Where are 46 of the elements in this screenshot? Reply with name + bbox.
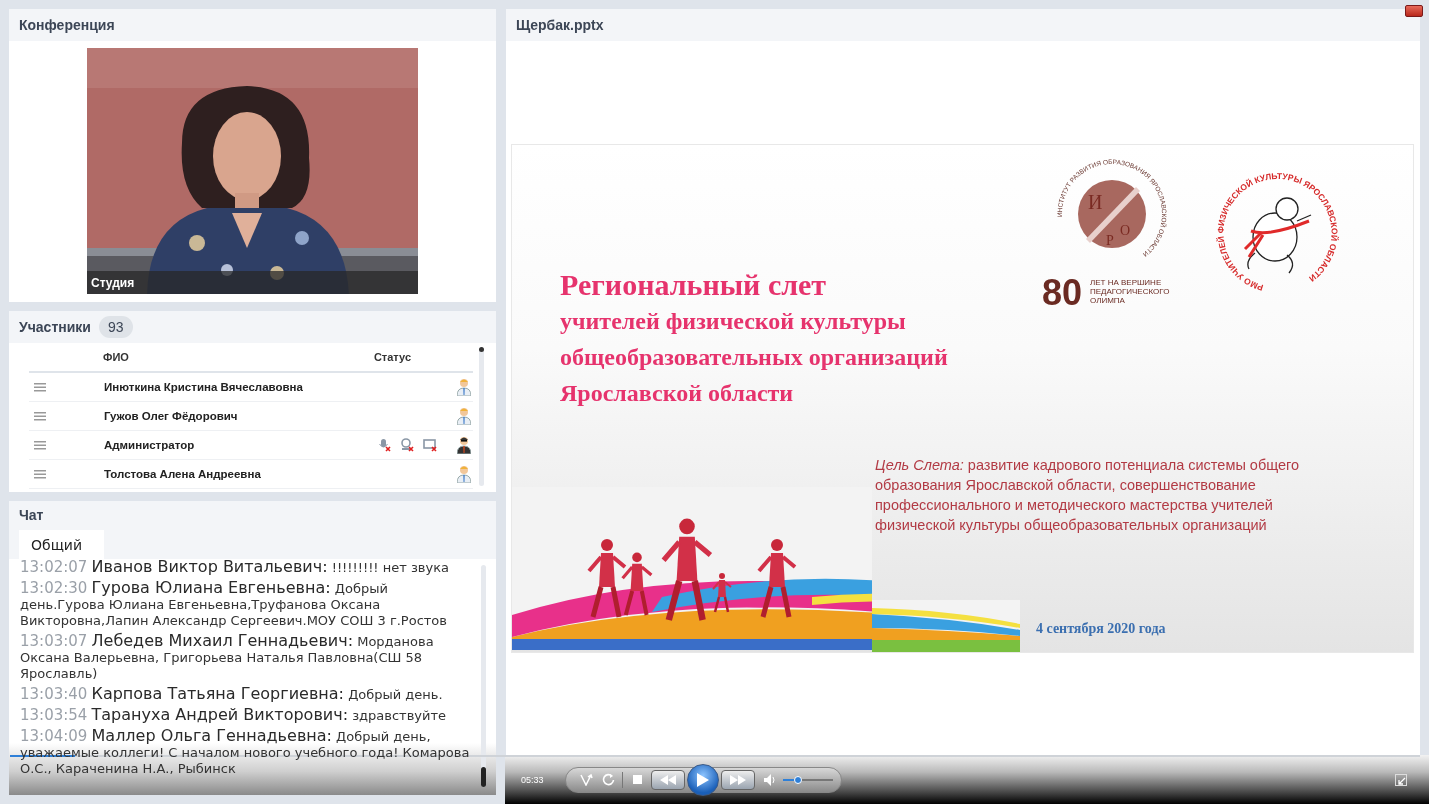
playback-time: 05:33	[521, 774, 545, 785]
exit-fullscreen-button[interactable]	[1395, 773, 1407, 786]
panel-title: Щербак.pptx	[516, 17, 604, 33]
slide-title: учителей физической культуры	[560, 306, 906, 336]
participant-name: Администратор	[104, 439, 196, 451]
fast-forward-icon	[730, 774, 746, 785]
rewind-button[interactable]	[651, 769, 685, 790]
video-label: Студия	[87, 271, 418, 294]
scrollbar[interactable]	[481, 565, 486, 787]
chat-message: 13:03:40 Карпова Татьяна Георгиевна: Добрый день.	[20, 686, 444, 703]
repeat-button[interactable]	[600, 771, 616, 788]
slide-title: Региональный слет	[560, 266, 827, 303]
slide-title: Ярославской области	[560, 378, 794, 408]
chat-message: 13:02:07 Иванов Виктор Витальевич: !!!!!!!!! нет звука	[20, 559, 450, 576]
play-icon	[697, 772, 709, 787]
count-badge: 93	[98, 316, 133, 338]
slide-title: общеобразовательных организаций	[560, 342, 948, 372]
drag-handle-icon	[34, 382, 46, 392]
participant-name: Толстова Алена Андреевна	[104, 468, 262, 480]
drag-handle-icon	[34, 411, 46, 421]
column-header: ФИО	[103, 351, 130, 363]
drag-handle-icon	[34, 440, 46, 450]
exit-fullscreen-icon	[1396, 776, 1406, 787]
rewind-icon	[660, 774, 676, 785]
fast-forward-button[interactable]	[721, 769, 755, 790]
speaker-icon	[763, 773, 775, 786]
chat-message: 13:03:54 Тарануха Андрей Викторович: здравствуйте	[20, 707, 448, 724]
drag-handle-icon	[34, 469, 46, 479]
play-button[interactable]	[687, 763, 719, 796]
participant-name: Инюткина Кристина Вячеславовна	[104, 381, 304, 393]
volume-slider[interactable]	[783, 774, 833, 785]
slide-goal-text: Цель Слета: развитие кадрового потенциала системы общего образования Ярославской области, совершенствование профессионального и методического мастерства учителей физической культуры общеобразовательных организаций	[875, 455, 1301, 535]
chat-message: 13:02:30 Гурова Юлиана Евгеньевна: Добрый день.Гурова Юлиана Евгеньевна,Труфанова Оксана Викторовна,Лапин Александр Сергеевич.МОУ СОШ 3 г.Ростов	[20, 580, 448, 629]
panel-title: Конференция	[19, 17, 115, 33]
scrollbar[interactable]	[479, 347, 484, 486]
stop-icon	[632, 775, 642, 784]
close-button[interactable]	[1405, 5, 1423, 17]
repeat-icon	[601, 773, 615, 786]
panel-title: Чат	[19, 507, 44, 523]
chat-tab[interactable]: Общий	[19, 530, 105, 559]
column-header: Статус	[373, 351, 411, 363]
chat-message: 13:03:07 Лебедев Михаил Геннадьевич: Морданова Оксана Валерьевна, Григорьева Наталья Павловна(СШ 58 Ярославль)	[20, 633, 435, 682]
panel-title: Участники	[19, 319, 91, 335]
volume-thumb[interactable]	[794, 775, 802, 784]
participant-name: Гужов Олег Фёдорович	[104, 410, 239, 422]
slide-date: 4 сентября 2020 года	[1036, 620, 1166, 637]
